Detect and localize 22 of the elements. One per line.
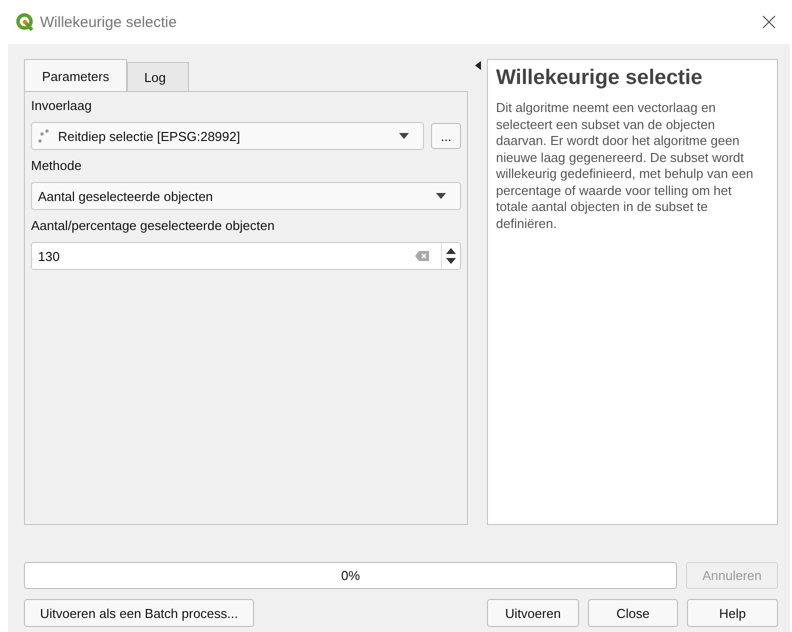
number-input-field[interactable]: 130 bbox=[31, 242, 461, 270]
field-label: Aantal/percentage geselecteerde objecten bbox=[31, 217, 276, 235]
q-logo-icon bbox=[16, 13, 34, 31]
help-button[interactable]: Help bbox=[687, 599, 778, 627]
dropdown-arrow-icon bbox=[436, 193, 446, 199]
window-title: Willekeurige selectie bbox=[40, 14, 178, 30]
tab[interactable]: Log bbox=[127, 62, 189, 91]
progress-label: 0% bbox=[341, 568, 360, 583]
batch-process-button[interactable]: Uitvoeren als een Batch process... bbox=[24, 599, 254, 627]
close-icon[interactable] bbox=[762, 15, 776, 29]
field-label: Invoerlaag bbox=[31, 97, 93, 115]
run-button[interactable]: Uitvoeren bbox=[487, 599, 579, 627]
dropdown-arrow-icon bbox=[399, 133, 409, 139]
collapse-arrow-icon[interactable] bbox=[474, 61, 480, 70]
field-label: Methode bbox=[31, 157, 83, 175]
description-title: Willekeurige selectie bbox=[496, 66, 704, 90]
browse-button[interactable]: ... bbox=[431, 123, 461, 149]
close-button[interactable]: Close bbox=[588, 599, 678, 627]
layer-dropdown[interactable]: Reitdiep selectie [EPSG:28992] bbox=[31, 122, 424, 150]
tab[interactable]: Parameters bbox=[24, 59, 128, 91]
description-text: Dit algoritme neemt een vectorlaag en selecteert een subset van de objecten daarvan. Er wordt door het algoritme geen nieuwe laag gegenereerd. De subset wordt willekeurig gedefinieerd, met behulp van een percentage of waarde voor telling om het totale aantal objecten in de subset te definiëren. bbox=[496, 100, 754, 232]
method-dropdown[interactable]: Aantal geselecteerde objecten bbox=[31, 182, 461, 210]
